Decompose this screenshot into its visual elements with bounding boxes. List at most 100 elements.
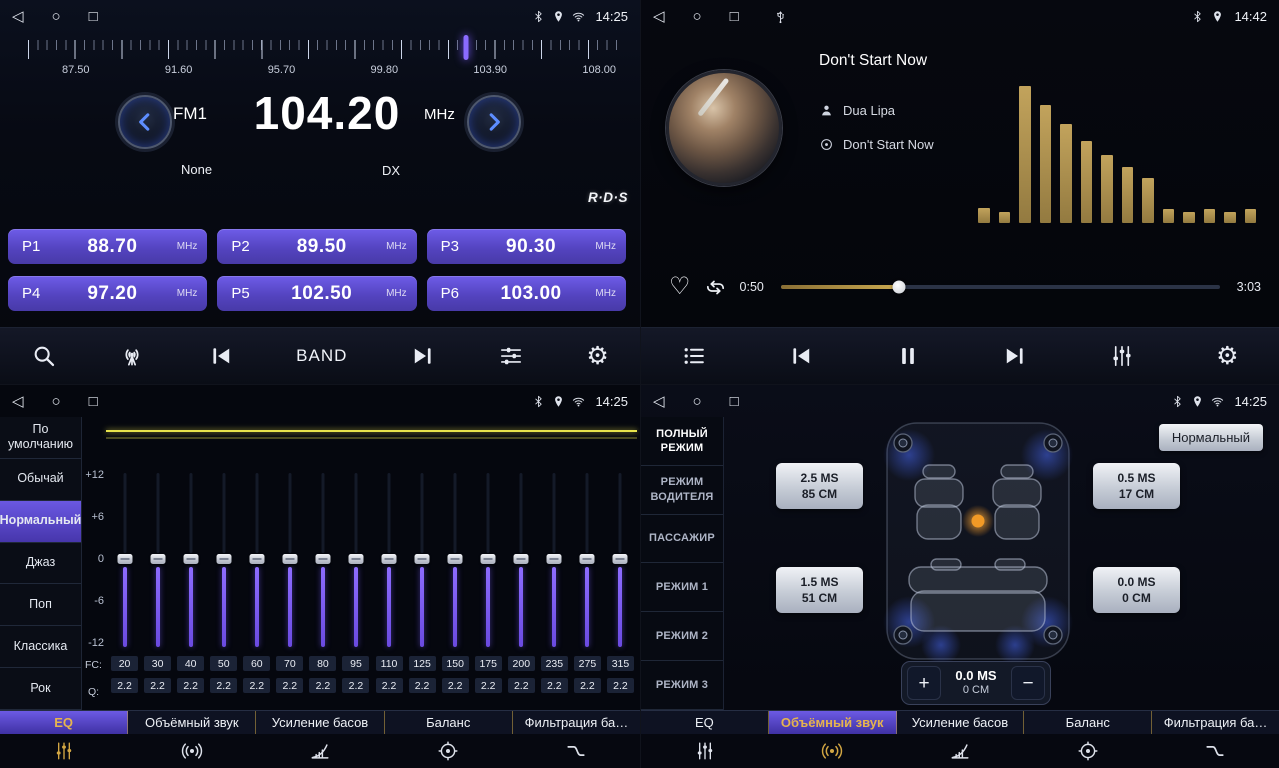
balance-tab-icon[interactable] bbox=[384, 740, 512, 762]
frequency-scale[interactable]: 87.50 91.60 95.70 99.80 103.90 108.00 bbox=[28, 34, 624, 82]
back-button[interactable]: ◁ bbox=[653, 394, 665, 409]
home-button[interactable]: ○ bbox=[693, 394, 702, 409]
eq-tab-icon[interactable] bbox=[0, 740, 128, 762]
eq-band-slider[interactable] bbox=[249, 471, 265, 647]
slider-handle[interactable] bbox=[216, 554, 231, 564]
eq-preset-item[interactable]: Джаз bbox=[0, 543, 81, 585]
eq-band-slider[interactable] bbox=[546, 471, 562, 647]
playlist-button[interactable] bbox=[681, 343, 707, 369]
listening-mode-item[interactable]: РЕЖИМ 1 bbox=[641, 563, 723, 612]
eq-settings-button[interactable] bbox=[498, 343, 524, 369]
tab[interactable]: Фильтрация ба… bbox=[513, 711, 640, 734]
listening-mode-item[interactable]: ПАССАЖИР bbox=[641, 515, 723, 564]
eq-band-slider[interactable] bbox=[216, 471, 232, 647]
tab[interactable]: Объёмный звук bbox=[769, 711, 897, 734]
slider-handle[interactable] bbox=[481, 554, 496, 564]
repeat-button[interactable] bbox=[704, 276, 727, 299]
slider-handle[interactable] bbox=[448, 554, 463, 564]
eq-preset-item[interactable]: Классика bbox=[0, 626, 81, 668]
preset-button[interactable]: P6 103.00 MHz bbox=[427, 276, 626, 311]
progress-knob[interactable] bbox=[893, 281, 906, 294]
eq-preset-item[interactable]: Рок bbox=[0, 668, 81, 710]
frequency-indicator[interactable] bbox=[464, 35, 469, 60]
profile-button[interactable]: Нормальный bbox=[1159, 424, 1263, 451]
slider-handle[interactable] bbox=[514, 554, 529, 564]
eq-band-slider[interactable] bbox=[183, 471, 199, 647]
listening-mode-item[interactable]: РЕЖИМ ВОДИТЕЛЯ bbox=[641, 466, 723, 515]
settings-button[interactable]: ⚙ bbox=[586, 344, 608, 369]
slider-handle[interactable] bbox=[580, 554, 595, 564]
slider-handle[interactable] bbox=[382, 554, 397, 564]
back-button[interactable]: ◁ bbox=[12, 394, 24, 409]
eq-band-slider[interactable] bbox=[480, 471, 496, 647]
eq-band-slider[interactable] bbox=[150, 471, 166, 647]
eq-band-slider[interactable] bbox=[414, 471, 430, 647]
tab[interactable]: Усиление басов bbox=[897, 711, 1025, 734]
eq-preset-item[interactable]: Поп bbox=[0, 584, 81, 626]
home-button[interactable]: ○ bbox=[52, 9, 61, 24]
filter-tab-icon[interactable] bbox=[1151, 740, 1279, 762]
eq-preset-item[interactable]: По умолчанию bbox=[0, 417, 81, 459]
recents-button[interactable]: □ bbox=[730, 394, 739, 409]
eq-band-slider[interactable] bbox=[117, 471, 133, 647]
eq-preset-item[interactable]: Обычай bbox=[0, 459, 81, 501]
preset-button[interactable]: P4 97.20 MHz bbox=[8, 276, 207, 311]
eq-tab-icon[interactable] bbox=[641, 740, 769, 762]
slider-handle[interactable] bbox=[183, 554, 198, 564]
listening-mode-item[interactable]: РЕЖИМ 2 bbox=[641, 612, 723, 661]
eq-band-slider[interactable] bbox=[282, 471, 298, 647]
seek-up-button[interactable] bbox=[410, 343, 436, 369]
home-button[interactable]: ○ bbox=[693, 9, 702, 24]
scan-button[interactable] bbox=[31, 343, 57, 369]
next-track-button[interactable] bbox=[1002, 343, 1028, 369]
surround-tab-icon[interactable] bbox=[128, 740, 256, 762]
slider-handle[interactable] bbox=[415, 554, 430, 564]
progress-bar[interactable] bbox=[781, 285, 1220, 289]
eq-band-slider[interactable] bbox=[513, 471, 529, 647]
slider-handle[interactable] bbox=[117, 554, 132, 564]
tune-down-button[interactable] bbox=[118, 95, 172, 149]
tab[interactable]: Баланс bbox=[385, 711, 513, 734]
slider-handle[interactable] bbox=[348, 554, 363, 564]
eq-band-slider[interactable] bbox=[315, 471, 331, 647]
band-button[interactable]: BAND bbox=[296, 346, 347, 366]
increase-delay-button[interactable]: + bbox=[907, 666, 941, 700]
seek-down-button[interactable] bbox=[208, 343, 234, 369]
tune-up-button[interactable] bbox=[467, 95, 521, 149]
slider-handle[interactable] bbox=[315, 554, 330, 564]
preset-button[interactable]: P1 88.70 MHz bbox=[8, 229, 207, 264]
back-button[interactable]: ◁ bbox=[653, 9, 665, 24]
recents-button[interactable]: □ bbox=[89, 9, 98, 24]
eq-preset-item[interactable]: Нормальный bbox=[0, 501, 81, 543]
listening-mode-item[interactable]: РЕЖИМ 3 bbox=[641, 661, 723, 710]
preset-button[interactable]: P2 89.50 MHz bbox=[217, 229, 416, 264]
filter-tab-icon[interactable] bbox=[512, 740, 640, 762]
eq-band-slider[interactable] bbox=[447, 471, 463, 647]
slider-handle[interactable] bbox=[613, 554, 628, 564]
antenna-button[interactable] bbox=[119, 343, 145, 369]
balance-tab-icon[interactable] bbox=[1024, 740, 1152, 762]
tab[interactable]: EQ bbox=[641, 711, 769, 734]
home-button[interactable]: ○ bbox=[52, 394, 61, 409]
bass-boost-tab-icon[interactable] bbox=[896, 740, 1024, 762]
slider-handle[interactable] bbox=[249, 554, 264, 564]
eq-band-slider[interactable] bbox=[348, 471, 364, 647]
back-button[interactable]: ◁ bbox=[12, 9, 24, 24]
decrease-delay-button[interactable]: − bbox=[1011, 666, 1045, 700]
preset-button[interactable]: P3 90.30 MHz bbox=[427, 229, 626, 264]
recents-button[interactable]: □ bbox=[730, 9, 739, 24]
eq-settings-button[interactable] bbox=[1109, 343, 1135, 369]
recents-button[interactable]: □ bbox=[89, 394, 98, 409]
preset-button[interactable]: P5 102.50 MHz bbox=[217, 276, 416, 311]
tab[interactable]: Объёмный звук bbox=[128, 711, 256, 734]
slider-handle[interactable] bbox=[547, 554, 562, 564]
eq-band-slider[interactable] bbox=[381, 471, 397, 647]
settings-button[interactable]: ⚙ bbox=[1216, 344, 1238, 369]
tab[interactable]: Баланс bbox=[1024, 711, 1152, 734]
tab[interactable]: Фильтрация ба… bbox=[1152, 711, 1279, 734]
listening-mode-item[interactable]: ПОЛНЫЙ РЕЖИМ bbox=[641, 417, 723, 466]
tab[interactable]: Усиление басов bbox=[256, 711, 384, 734]
slider-handle[interactable] bbox=[150, 554, 165, 564]
bass-boost-tab-icon[interactable] bbox=[256, 740, 384, 762]
eq-band-slider[interactable] bbox=[579, 471, 595, 647]
